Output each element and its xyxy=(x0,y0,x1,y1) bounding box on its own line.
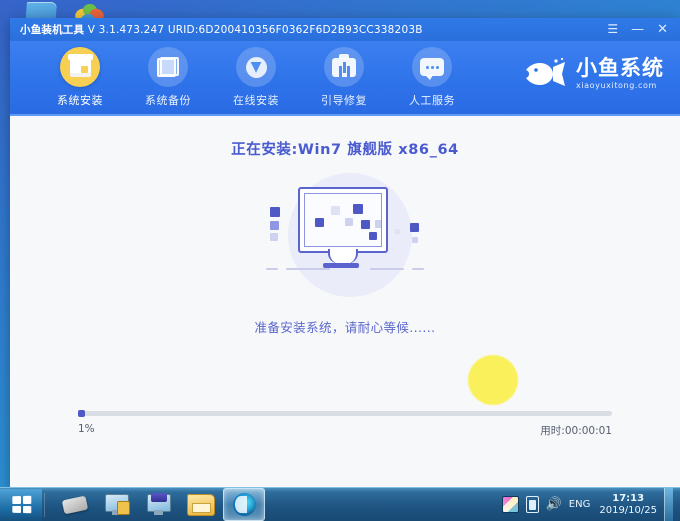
nav-item-boot-repair[interactable]: 引导修复 xyxy=(300,41,388,108)
download-arrow-icon: ▼ xyxy=(236,47,276,87)
system-tray: 🔊 ENG 17:13 2019/10/25 xyxy=(501,488,680,521)
progress-bar-fill xyxy=(78,410,85,417)
window-title: 小鱼装机工具 V 3.1.473.247 URID:6D200410356F03… xyxy=(20,22,423,37)
taskbar-item-folder[interactable] xyxy=(181,489,221,520)
toolkit-icon xyxy=(324,47,364,87)
nav-item-online-install[interactable]: ▼ 在线安装 xyxy=(212,41,300,108)
taskbar: 🔊 ENG 17:13 2019/10/25 xyxy=(0,487,680,521)
nav-item-system-backup[interactable]: 系统备份 xyxy=(124,41,212,108)
window-title-brand: 小鱼装机工具 xyxy=(20,24,85,36)
menu-icon[interactable]: ☰ xyxy=(607,23,618,36)
taskbar-divider xyxy=(44,492,52,517)
progress-meta: 1% 用时:00:00:01 xyxy=(78,423,612,438)
progress-bar[interactable] xyxy=(78,410,612,417)
monitor-network-icon xyxy=(146,492,172,516)
chip-icon xyxy=(61,495,89,514)
windows-start-icon[interactable] xyxy=(0,488,42,521)
folder-icon xyxy=(187,493,215,516)
chat-bubble-icon xyxy=(412,47,452,87)
elapsed-time-label: 用时:00:00:01 xyxy=(540,425,612,437)
brand-name-en: xiaoyuxitong.com xyxy=(576,81,657,90)
progress-percent-label: 1% xyxy=(78,423,95,435)
taskbar-item-edge[interactable] xyxy=(223,488,265,521)
nav-label: 人工服务 xyxy=(409,94,455,107)
window-controls: ☰ — ✕ xyxy=(607,23,674,37)
brand-name-cn: 小鱼系统 xyxy=(576,56,664,80)
nav-label: 引导修复 xyxy=(321,94,367,107)
nav-label: 在线安装 xyxy=(233,94,279,107)
clock-time: 17:13 xyxy=(612,492,645,504)
brand-text: 小鱼系统 xiaoyuxitong.com xyxy=(576,58,664,90)
usb-device-icon[interactable] xyxy=(525,496,539,513)
language-indicator[interactable]: ENG xyxy=(569,499,591,510)
nav-item-system-install[interactable]: 系统安装 xyxy=(36,41,124,108)
taskbar-item-chip[interactable] xyxy=(55,489,95,520)
monitor-illustration xyxy=(260,171,430,301)
title-bar[interactable]: 小鱼装机工具 V 3.1.473.247 URID:6D200410356F03… xyxy=(10,18,680,41)
clock[interactable]: 17:13 2019/10/25 xyxy=(597,493,657,517)
copy-layers-icon xyxy=(148,47,188,87)
screen-root: 小鱼装机工具 V 3.1.473.247 URID:6D200410356F03… xyxy=(0,0,680,521)
edge-browser-icon xyxy=(232,493,256,516)
minimize-icon[interactable]: — xyxy=(631,23,644,36)
show-desktop-button[interactable] xyxy=(664,488,673,521)
fish-icon xyxy=(526,57,565,86)
install-status-title: 正在安装:Win7 旗舰版 x86_64 xyxy=(231,142,459,158)
window-title-version: V 3.1.473.247 URID:6D200410356F0362F6D2B… xyxy=(84,24,423,36)
monitor-tools-icon xyxy=(104,493,130,516)
volume-icon[interactable]: 🔊 xyxy=(546,498,562,511)
install-box-icon xyxy=(60,47,100,87)
nav-label: 系统安装 xyxy=(57,94,103,107)
taskbar-item-monitor-tools[interactable] xyxy=(97,489,137,520)
color-palette-icon[interactable] xyxy=(501,496,519,513)
close-icon[interactable]: ✕ xyxy=(657,23,668,36)
content-area: 正在安装:Win7 旗舰版 x86_64 准备安装系统，请耐心等候...... … xyxy=(10,116,680,488)
clock-date: 2019/10/25 xyxy=(599,504,657,516)
brand-logo: 小鱼系统 xiaoyuxitong.com xyxy=(523,57,664,91)
app-window: 小鱼装机工具 V 3.1.473.247 URID:6D200410356F03… xyxy=(10,18,680,488)
progress-section: 1% 用时:00:00:01 xyxy=(78,410,612,438)
install-hint-text: 准备安装系统，请耐心等候...... xyxy=(254,320,436,335)
nav-label: 系统备份 xyxy=(145,94,191,107)
toolbar-header: 系统安装 系统备份 ▼ 在线安装 引导修复 人工服务 小鱼系统 xiaoyuxi… xyxy=(10,41,680,116)
taskbar-item-monitor-network[interactable] xyxy=(139,489,179,520)
nav-item-human-service[interactable]: 人工服务 xyxy=(388,41,476,108)
